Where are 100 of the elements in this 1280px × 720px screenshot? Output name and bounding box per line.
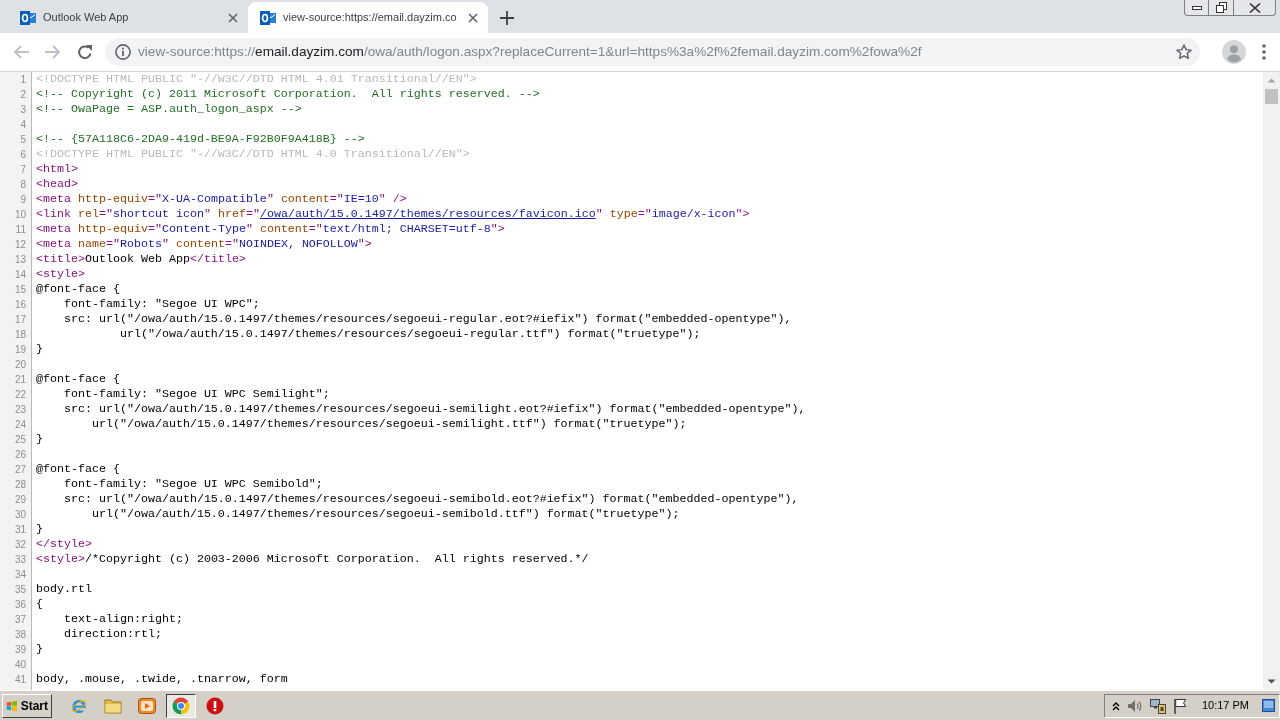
code-line: body.rtl <box>36 582 92 597</box>
line-number: 31 <box>14 523 26 537</box>
address-bar[interactable]: view-source:https://email.dayzim.com/owa/auth/logon.aspx?replaceCurrent=1&url=https%3a%2f%2femail.dayzim.com%2fowa%2f <box>105 38 1200 66</box>
code-line: <head> <box>36 177 78 192</box>
minimize-icon <box>1191 5 1202 10</box>
network-icon[interactable] <box>1149 697 1166 714</box>
line-number: 38 <box>14 628 26 642</box>
line-number: 20 <box>14 358 26 372</box>
reload-icon[interactable] <box>77 44 93 60</box>
minimize-button[interactable] <box>1184 0 1209 16</box>
code-line: <html> <box>36 162 78 177</box>
line-number: 1 <box>20 73 26 87</box>
line-number: 39 <box>14 643 26 657</box>
code-line: <meta name="Robots" content="NOINDEX, NOFOLLOW"> <box>36 237 372 252</box>
code-line: <!DOCTYPE HTML PUBLIC "-//W3C//DTD HTML 4.01 Transitional//EN"> <box>36 72 477 87</box>
line-number: 29 <box>14 493 26 507</box>
clock-time[interactable]: 10:17 PM <box>1201 697 1249 714</box>
line-number: 4 <box>20 118 26 132</box>
line-number: 28 <box>14 478 26 492</box>
code-line: font-family: "Segoe UI WPC"; <box>62 297 260 312</box>
folder-icon <box>104 696 122 715</box>
mail-app-icon <box>20 9 36 26</box>
line-number: 25 <box>14 433 26 447</box>
menu-icon[interactable] <box>1262 44 1266 60</box>
line-number: 14 <box>14 268 26 282</box>
line-number: 40 <box>14 658 26 672</box>
line-number: 30 <box>14 508 26 522</box>
line-number: 33 <box>14 553 26 567</box>
browser-tab[interactable]: view-source:https://email.dayzim.co <box>248 2 488 33</box>
source-link[interactable]: /owa/auth/15.0.1497/themes/resources/favicon.ico <box>259 207 596 221</box>
line-number: 22 <box>14 388 26 402</box>
line-number: 21 <box>14 373 26 387</box>
code-line: @font-face { <box>36 462 120 477</box>
flag-icon[interactable] <box>1172 697 1187 714</box>
line-number: 10 <box>14 208 26 222</box>
scrollbar-thumb[interactable] <box>1265 89 1278 104</box>
line-number: 17 <box>14 313 26 327</box>
line-number: 36 <box>14 598 26 612</box>
code-line: <!-- OwaPage = ASP.auth_logon_aspx --> <box>36 102 302 117</box>
code-line: text-align:right; <box>62 612 183 627</box>
url-text: view-source:https://email.dayzim.com/owa/auth/logon.aspx?replaceCurrent=1&url=https%3a%2f%2femail.dayzim.com%2fowa%2f <box>138 42 923 61</box>
code-line: url("/owa/auth/15.0.1497/themes/resources/segoeui-semibold.ttf") format("truetype"); <box>90 507 680 522</box>
line-number: 5 <box>20 133 26 147</box>
browser-tab[interactable]: Outlook Web App <box>8 2 248 33</box>
code-line: <style> <box>36 267 85 282</box>
code-line: } <box>36 642 43 657</box>
line-number: 18 <box>14 328 26 342</box>
line-number: 3 <box>20 103 26 117</box>
code-line: font-family: "Segoe UI WPC Semibold"; <box>62 477 323 492</box>
line-number: 32 <box>14 538 26 552</box>
exclamation-icon <box>206 696 224 715</box>
code-line: src: url("/owa/auth/15.0.1497/themes/resources/segoeui-regular.eot?#iefix") format("embedded-opentype"), <box>62 312 792 327</box>
code-line: direction:rtl; <box>62 627 162 642</box>
desktop-icon[interactable] <box>1262 699 1275 712</box>
restore-button[interactable] <box>1209 0 1234 16</box>
code-line: <!DOCTYPE HTML PUBLIC "-//W3C//DTD HTML 4.0 Transitional//EN"> <box>36 147 470 162</box>
line-number: 41 <box>14 673 26 687</box>
code-line: src: url("/owa/auth/15.0.1497/themes/resources/segoeui-semibold.eot?#iefix") format("embedded-opentype"), <box>62 492 799 507</box>
segmented-circle-icon <box>172 696 190 715</box>
close-icon[interactable] <box>468 12 478 23</box>
restore-icon <box>1215 2 1227 13</box>
info-icon[interactable] <box>115 44 131 60</box>
code-line: font-family: "Segoe UI WPC Semilight"; <box>62 387 330 402</box>
code-line: @font-face { <box>36 282 120 297</box>
line-number: 23 <box>14 403 26 417</box>
avatar-icon[interactable] <box>1222 40 1246 64</box>
line-number: 13 <box>14 253 26 267</box>
speaker-icon[interactable] <box>1126 698 1143 713</box>
taskbar-button[interactable] <box>166 693 196 718</box>
code-line: <title>Outlook Web App</title> <box>36 252 246 267</box>
line-number: 26 <box>14 448 26 462</box>
line-number: 34 <box>14 568 26 582</box>
code-line: <style>/*Copyright (c) 2003-2006 Microsoft Corporation. All rights reserved.*/ <box>36 552 589 567</box>
line-number: 8 <box>20 178 26 192</box>
code-line: <!-- {57A118C6-2DA9-419d-BE9A-F92B0F9A418B} --> <box>36 132 365 147</box>
star-icon[interactable] <box>1176 44 1192 60</box>
line-number: 19 <box>14 343 26 357</box>
code-line: <link rel="shortcut icon" href="/owa/auth/15.0.1497/themes/resources/favicon.ico" type="image/x-icon"> <box>36 207 750 222</box>
line-number: 15 <box>14 283 26 297</box>
code-line: <meta http-equiv="Content-Type" content="text/html; CHARSET=utf-8"> <box>36 222 505 237</box>
play-icon <box>138 696 156 715</box>
code-line: <!-- Copyright (c) 2011 Microsoft Corporation. All rights reserved. --> <box>36 87 540 102</box>
close-icon[interactable] <box>228 12 238 23</box>
line-number: 37 <box>14 613 26 627</box>
code-line: src: url("/owa/auth/15.0.1497/themes/resources/segoeui-semilight.eot?#iefix") format("embedded-opentype"), <box>62 402 806 417</box>
code-line: } <box>36 432 43 447</box>
code-line: <meta http-equiv="X-UA-Compatible" content="IE=10" /> <box>36 192 407 207</box>
code-line: @font-face { <box>36 372 120 387</box>
chevron-up-icon[interactable] <box>1111 700 1120 711</box>
line-number: 2 <box>20 88 26 102</box>
line-number: 35 <box>14 583 26 597</box>
close-button[interactable] <box>1234 0 1276 16</box>
code-line: </style> <box>36 537 92 552</box>
code-line: url("/owa/auth/15.0.1497/themes/resources/segoeui-regular.ttf") format("truetype"); <box>118 327 701 342</box>
start-button[interactable]: Start <box>2 693 52 718</box>
line-number: 12 <box>14 238 26 252</box>
mail-app-icon <box>260 9 276 26</box>
line-number: 7 <box>20 163 26 177</box>
plus-icon[interactable] <box>500 10 514 25</box>
line-number: 9 <box>20 193 26 207</box>
